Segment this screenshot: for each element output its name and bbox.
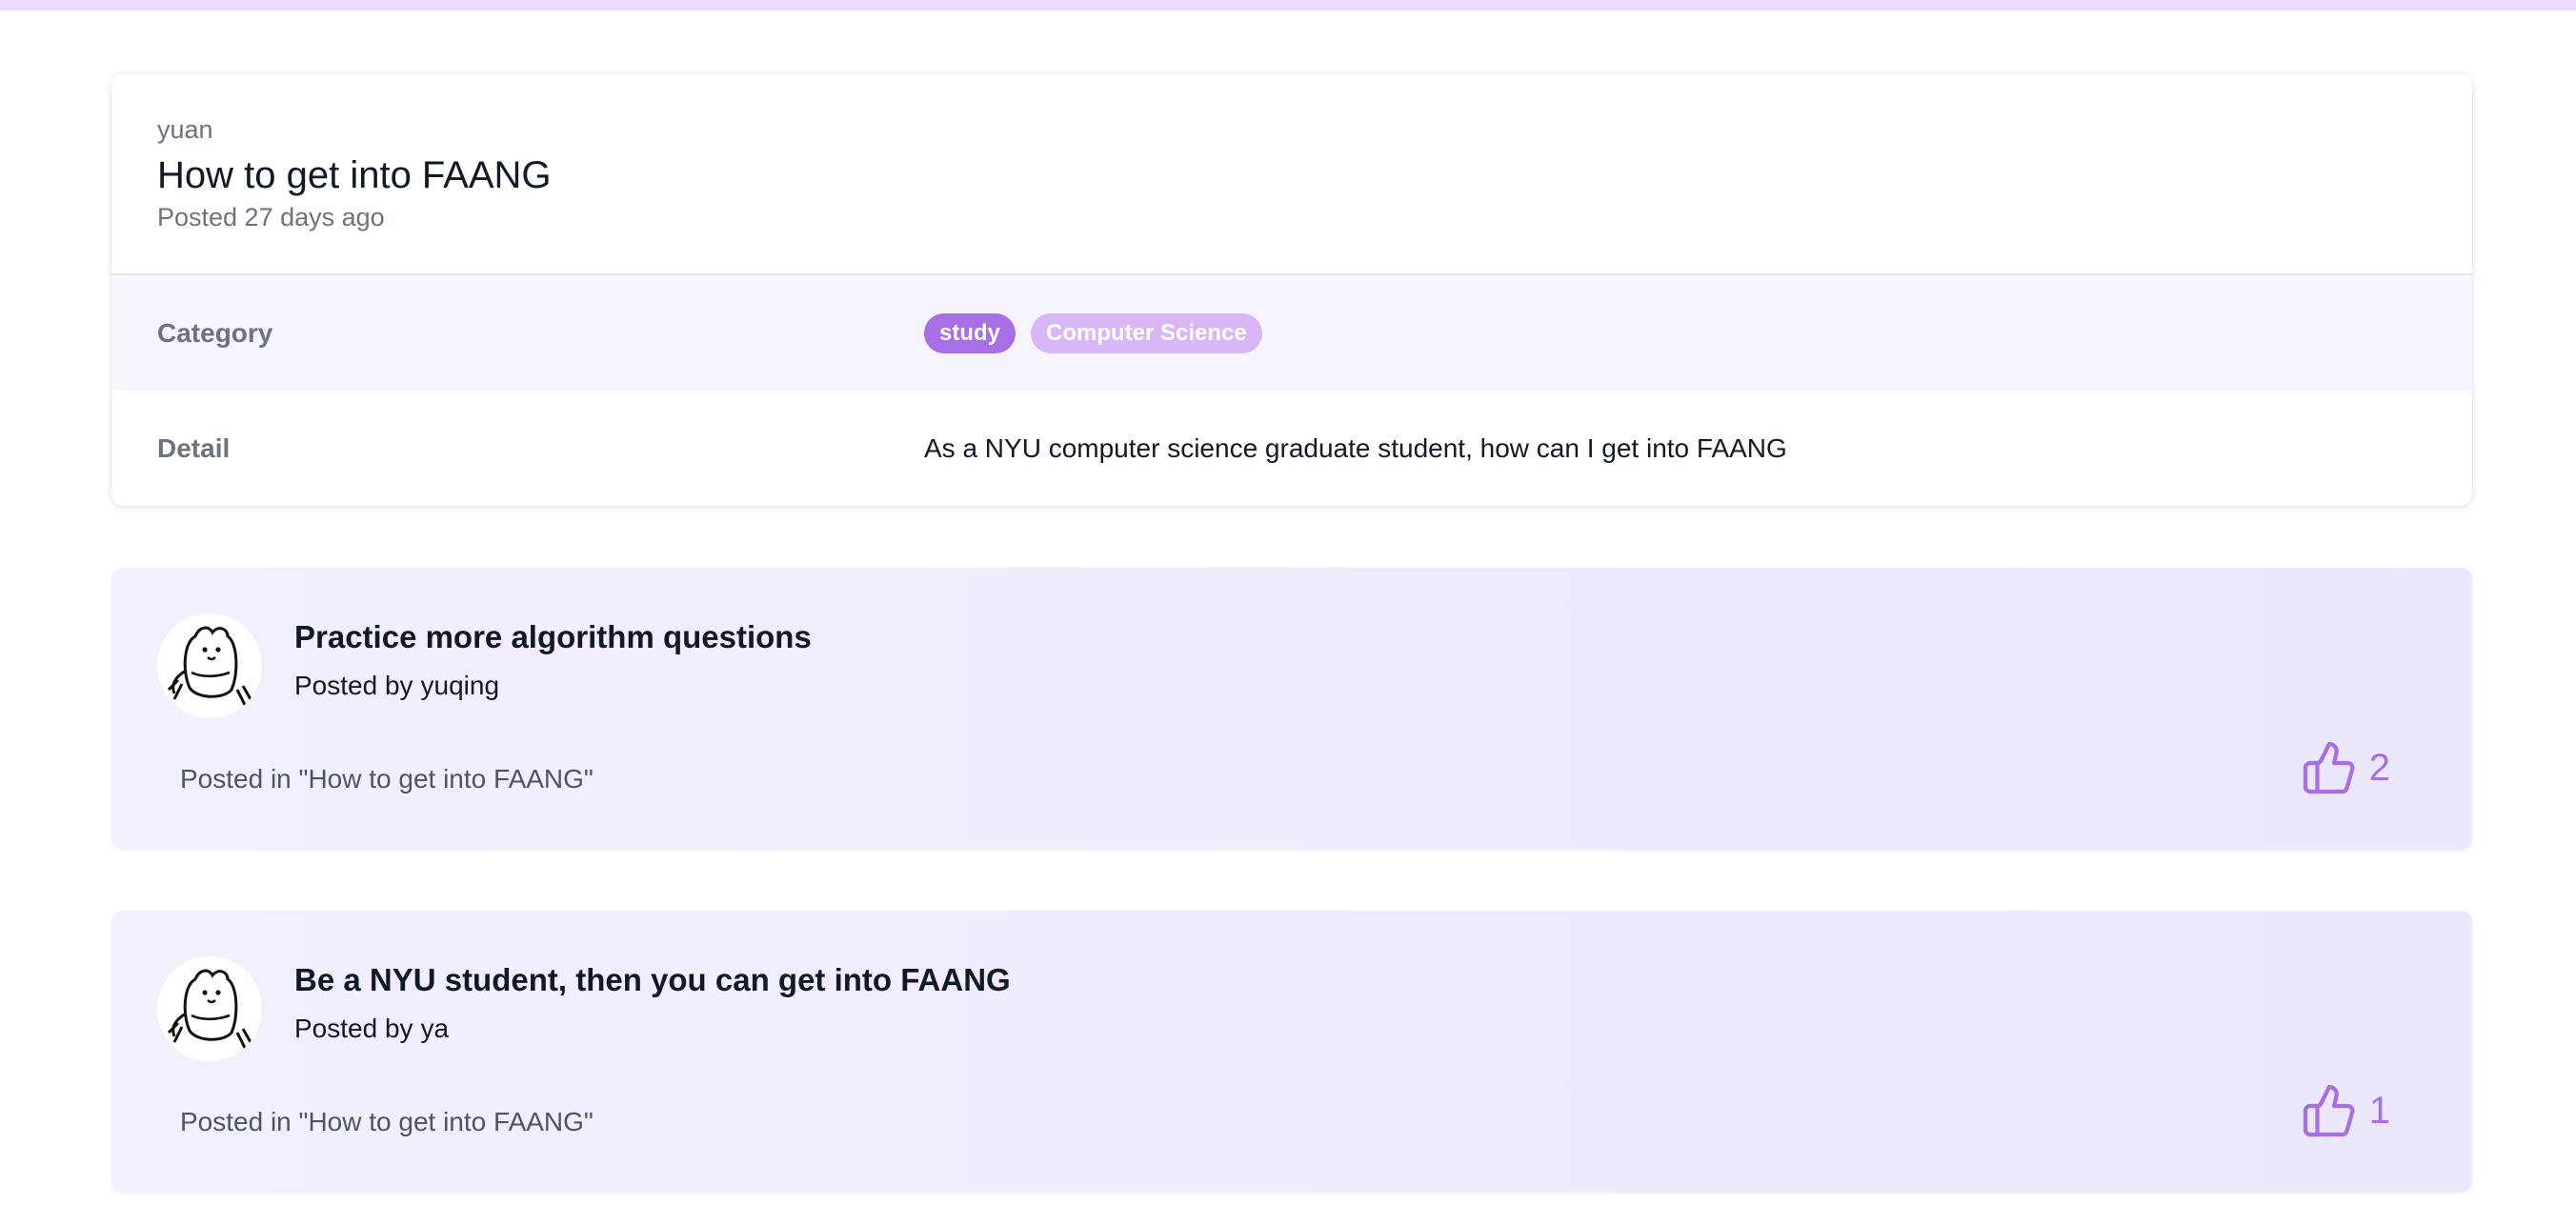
post-card: yuan How to get into FAANG Posted 27 day… bbox=[111, 73, 2472, 506]
like-button[interactable]: 2 bbox=[2301, 739, 2390, 796]
comment-card: Be a NYU student, then you can get into … bbox=[111, 911, 2472, 1193]
like-count: 1 bbox=[2368, 1089, 2390, 1132]
tag-study[interactable]: study bbox=[924, 312, 1016, 353]
comment-author[interactable]: yuqing bbox=[421, 671, 500, 700]
comment-by-label: Posted by bbox=[294, 1014, 413, 1043]
avatar-image bbox=[167, 969, 252, 1049]
avatar[interactable] bbox=[157, 956, 262, 1061]
comment-by-label: Posted by bbox=[294, 671, 413, 700]
comment-author[interactable]: ya bbox=[421, 1014, 450, 1043]
like-count: 2 bbox=[2368, 746, 2390, 789]
avatar[interactable] bbox=[157, 613, 262, 718]
post-timestamp: Posted 27 days ago bbox=[157, 203, 385, 231]
detail-row: Detail As a NYU computer science graduat… bbox=[111, 391, 2472, 506]
comment-author-line: Posted by yuqing bbox=[294, 671, 499, 701]
comment-posted-in: Posted in "How to get into FAANG" bbox=[180, 764, 594, 793]
comment-title[interactable]: Be a NYU student, then you can get into … bbox=[294, 962, 1011, 998]
post-header: yuan How to get into FAANG Posted 27 day… bbox=[111, 73, 2472, 275]
detail-text: As a NYU computer science graduate stude… bbox=[924, 432, 1787, 463]
detail-label: Detail bbox=[157, 433, 231, 463]
like-button[interactable]: 1 bbox=[2301, 1082, 2390, 1139]
top-accent-bar bbox=[0, 0, 2576, 10]
thumbs-up-icon bbox=[2303, 1084, 2355, 1137]
avatar-image bbox=[167, 626, 252, 706]
category-label: Category bbox=[157, 318, 273, 348]
comment-author-line: Posted by ya bbox=[294, 1014, 449, 1044]
comment-card: Practice more algorithm questions Posted… bbox=[111, 568, 2472, 850]
post-author: yuan bbox=[157, 115, 213, 144]
thumbs-up-icon bbox=[2303, 741, 2355, 794]
category-tags: study Computer Science bbox=[924, 275, 1278, 391]
comment-title[interactable]: Practice more algorithm questions bbox=[294, 619, 812, 655]
post-title: How to get into FAANG bbox=[157, 154, 552, 196]
tag-computer-science[interactable]: Computer Science bbox=[1031, 312, 1262, 353]
comment-posted-in: Posted in "How to get into FAANG" bbox=[180, 1107, 594, 1136]
category-row: Category study Computer Science bbox=[111, 275, 2472, 391]
